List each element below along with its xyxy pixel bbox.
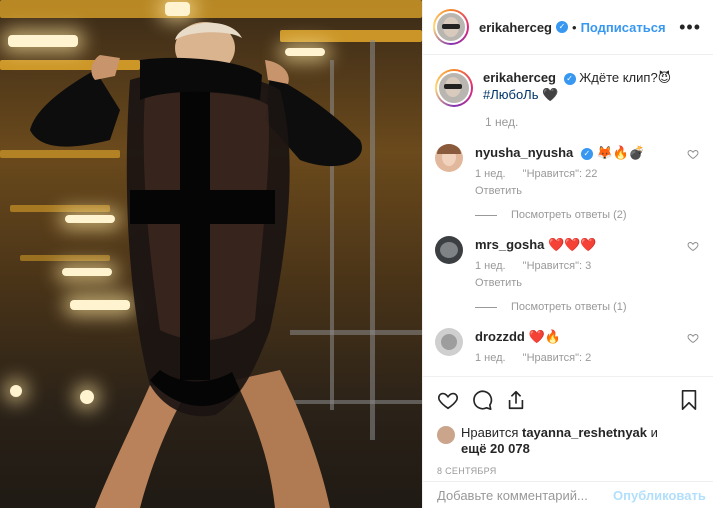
commenter-username[interactable]: drozzdd [475, 329, 525, 344]
separator-dot: • [572, 19, 577, 35]
comment-item: nyusha_nyusha ✓ 🦊🔥💣 1 нед. "Нравится": 2… [435, 144, 701, 221]
liker-username[interactable]: tayanna_reshetnyak [522, 425, 647, 440]
post-side-panel: erikaherceg ✓ • Подписаться ••• erikaher… [422, 0, 713, 508]
post-header: erikaherceg ✓ • Подписаться ••• [423, 0, 713, 55]
comment-text: 🦊🔥💣 [596, 145, 646, 160]
likes-conj: и [650, 425, 658, 440]
comment-time[interactable]: 1 нед. [475, 352, 506, 364]
comment-icon[interactable] [471, 389, 493, 411]
more-horizontal-icon[interactable]: ••• [679, 17, 701, 38]
instagram-post: erikaherceg ✓ • Подписаться ••• erikaher… [0, 0, 713, 508]
small-heart-icon[interactable] [687, 240, 699, 252]
publish-button[interactable]: Опубликовать [613, 488, 706, 503]
comment-item: drozzdd ❤️🔥 1 нед. "Нравится": 2 [435, 328, 701, 364]
view-replies-label: Посмотреть ответы (2) [511, 209, 627, 221]
comment-text: ❤️❤️❤️ [548, 237, 597, 252]
caption-body: Ждёте клип?😈 [579, 70, 672, 85]
commenter-avatar[interactable] [435, 144, 463, 172]
post-actions: Нравится tayanna_reshetnyak и ещё 20 078… [423, 376, 713, 476]
action-icons [437, 387, 700, 413]
reply-button[interactable]: Ответить [475, 277, 693, 289]
commenter-username[interactable]: nyusha_nyusha [475, 145, 573, 160]
caption-hashtag[interactable]: #ЛюбоЛь [483, 87, 539, 102]
comments-list[interactable]: erikaherceg ✓ Ждёте клип?😈 #ЛюбоЛь 🖤 1 н… [423, 55, 713, 375]
view-replies-button[interactable]: Посмотреть ответы (2) [475, 209, 693, 221]
caption-time[interactable]: 1 нед. [485, 115, 701, 129]
verified-badge-icon: ✓ [556, 21, 568, 33]
comment-input[interactable] [437, 487, 613, 503]
author-username[interactable]: erikaherceg [479, 20, 552, 35]
caption-text: erikaherceg ✓ Ждёте клип?😈 #ЛюбоЛь 🖤 [483, 69, 671, 107]
post-date[interactable]: 8 СЕНТЯБРЯ [437, 466, 700, 476]
small-heart-icon[interactable] [687, 332, 699, 344]
share-icon[interactable] [505, 389, 527, 411]
liker-avatar[interactable] [437, 426, 455, 444]
commenter-avatar[interactable] [435, 328, 463, 356]
likes-prefix: Нравится [461, 425, 519, 440]
model-figure [30, 22, 362, 508]
likes-count[interactable]: ещё 20 078 [461, 441, 530, 456]
caption-username[interactable]: erikaherceg [483, 70, 556, 85]
caption-avatar[interactable] [435, 69, 473, 107]
add-comment-bar: Опубликовать [423, 481, 713, 508]
view-replies-label: Посмотреть ответы (1) [511, 301, 627, 313]
verified-badge-icon: ✓ [580, 147, 593, 160]
small-heart-icon[interactable] [687, 148, 699, 160]
post-photo[interactable] [0, 0, 422, 508]
heart-icon[interactable] [437, 389, 459, 411]
comment-text: ❤️🔥 [528, 329, 561, 344]
comment-likes[interactable]: "Нравится": 2 [523, 352, 592, 364]
caption: erikaherceg ✓ Ждёте клип?😈 #ЛюбоЛь 🖤 [435, 69, 701, 107]
comment-likes[interactable]: "Нравится": 22 [523, 168, 598, 180]
view-replies-button[interactable]: Посмотреть ответы (1) [475, 301, 693, 313]
comment-likes[interactable]: "Нравится": 3 [523, 260, 592, 272]
reply-button[interactable]: Ответить [475, 185, 693, 197]
verified-badge-icon: ✓ [563, 72, 576, 85]
likes-summary: Нравится tayanna_reshetnyak и ещё 20 078 [437, 425, 700, 457]
author-avatar[interactable] [433, 9, 469, 45]
follow-button[interactable]: Подписаться [581, 20, 666, 35]
bookmark-icon[interactable] [678, 389, 700, 411]
commenter-username[interactable]: mrs_gosha [475, 237, 544, 252]
comment-time[interactable]: 1 нед. [475, 260, 506, 272]
comment-time[interactable]: 1 нед. [475, 168, 506, 180]
comment-item: mrs_gosha ❤️❤️❤️ 1 нед. "Нравится": 3 От… [435, 236, 701, 313]
caption-suffix: 🖤 [542, 87, 559, 102]
commenter-avatar[interactable] [435, 236, 463, 264]
